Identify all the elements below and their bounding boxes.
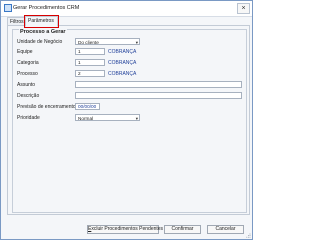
equipe-desc: COBRANÇA xyxy=(108,49,137,55)
cancelar-button[interactable]: Cancelar xyxy=(207,225,244,234)
prioridade-value: Normal xyxy=(78,116,94,121)
title-bar[interactable]: Gerar Procedimentos CRM × xyxy=(1,1,252,17)
unidade-select[interactable]: Do cliente ▾ xyxy=(75,38,140,45)
equipe-input[interactable]: 1 xyxy=(75,48,105,55)
chevron-down-icon: ▾ xyxy=(135,116,138,121)
equipe-label: Equipe xyxy=(17,49,33,55)
tab-panel-parametros: Processo a Gerar Unidade de Negócio Do c… xyxy=(7,25,250,215)
descricao-input[interactable] xyxy=(75,92,242,99)
window-title: Gerar Procedimentos CRM xyxy=(13,5,80,11)
excluir-label: xcluir Procedimentos Pendentes xyxy=(91,226,164,232)
close-icon[interactable]: × xyxy=(237,3,250,14)
prioridade-label: Prioridade xyxy=(17,115,40,121)
previsao-input[interactable]: 00/00/00 xyxy=(75,103,100,110)
chevron-down-icon: ▾ xyxy=(135,40,138,45)
tab-parametros[interactable]: Parâmetros xyxy=(24,15,59,28)
unidade-value: Do cliente xyxy=(78,40,99,45)
unidade-label: Unidade de Negócio xyxy=(17,39,63,45)
dialog-window: Gerar Procedimentos CRM × Filtros Parâme… xyxy=(0,0,253,240)
assunto-label: Assunto xyxy=(17,82,36,88)
app-icon xyxy=(4,4,12,12)
descricao-label: Descrição xyxy=(17,93,40,99)
group-title: Processo a Gerar xyxy=(19,29,67,35)
processo-desc: COBRANÇA xyxy=(108,71,137,77)
confirmar-button[interactable]: Confirmar xyxy=(164,225,201,234)
resize-grip-icon[interactable] xyxy=(246,233,251,238)
prioridade-select[interactable]: Normal ▾ xyxy=(75,114,140,121)
excluir-pendentes-button[interactable]: Excluir Procedimentos Pendentes xyxy=(87,225,163,234)
processo-input[interactable]: 2 xyxy=(75,70,105,77)
assunto-input[interactable] xyxy=(75,81,242,88)
categoria-input[interactable]: 1 xyxy=(75,59,105,66)
processo-label: Processo xyxy=(17,71,38,77)
group-processo-a-gerar: Processo a Gerar Unidade de Negócio Do c… xyxy=(12,29,247,213)
previsao-label: Previsão de encerramento xyxy=(17,104,76,110)
categoria-desc: COBRANÇA xyxy=(108,60,137,66)
categoria-label: Categoria xyxy=(17,60,39,66)
